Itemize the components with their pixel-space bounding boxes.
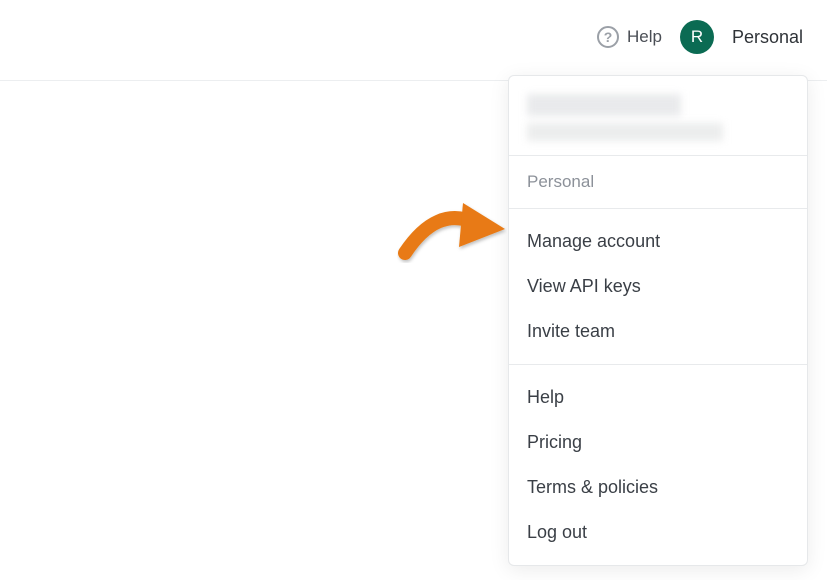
dropdown-section-label: Personal	[509, 156, 807, 209]
help-item[interactable]: Help	[509, 375, 807, 420]
manage-account-item[interactable]: Manage account	[509, 219, 807, 264]
avatar-initial: R	[691, 27, 703, 47]
menu-group-account: Manage account View API keys Invite team	[509, 209, 807, 365]
terms-item[interactable]: Terms & policies	[509, 465, 807, 510]
help-label: Help	[627, 27, 662, 47]
user-info-section	[509, 76, 807, 156]
user-name-redacted	[527, 94, 681, 116]
invite-team-item[interactable]: Invite team	[509, 309, 807, 354]
help-link[interactable]: ? Help	[597, 26, 662, 48]
account-name-label[interactable]: Personal	[732, 27, 803, 48]
menu-group-misc: Help Pricing Terms & policies Log out	[509, 365, 807, 565]
help-icon: ?	[597, 26, 619, 48]
topbar: ? Help R Personal	[0, 0, 827, 81]
pricing-item[interactable]: Pricing	[509, 420, 807, 465]
account-dropdown: Personal Manage account View API keys In…	[508, 75, 808, 566]
arrow-annotation	[397, 185, 507, 265]
user-email-redacted	[527, 123, 723, 141]
view-api-keys-item[interactable]: View API keys	[509, 264, 807, 309]
logout-item[interactable]: Log out	[509, 510, 807, 555]
avatar[interactable]: R	[680, 20, 714, 54]
